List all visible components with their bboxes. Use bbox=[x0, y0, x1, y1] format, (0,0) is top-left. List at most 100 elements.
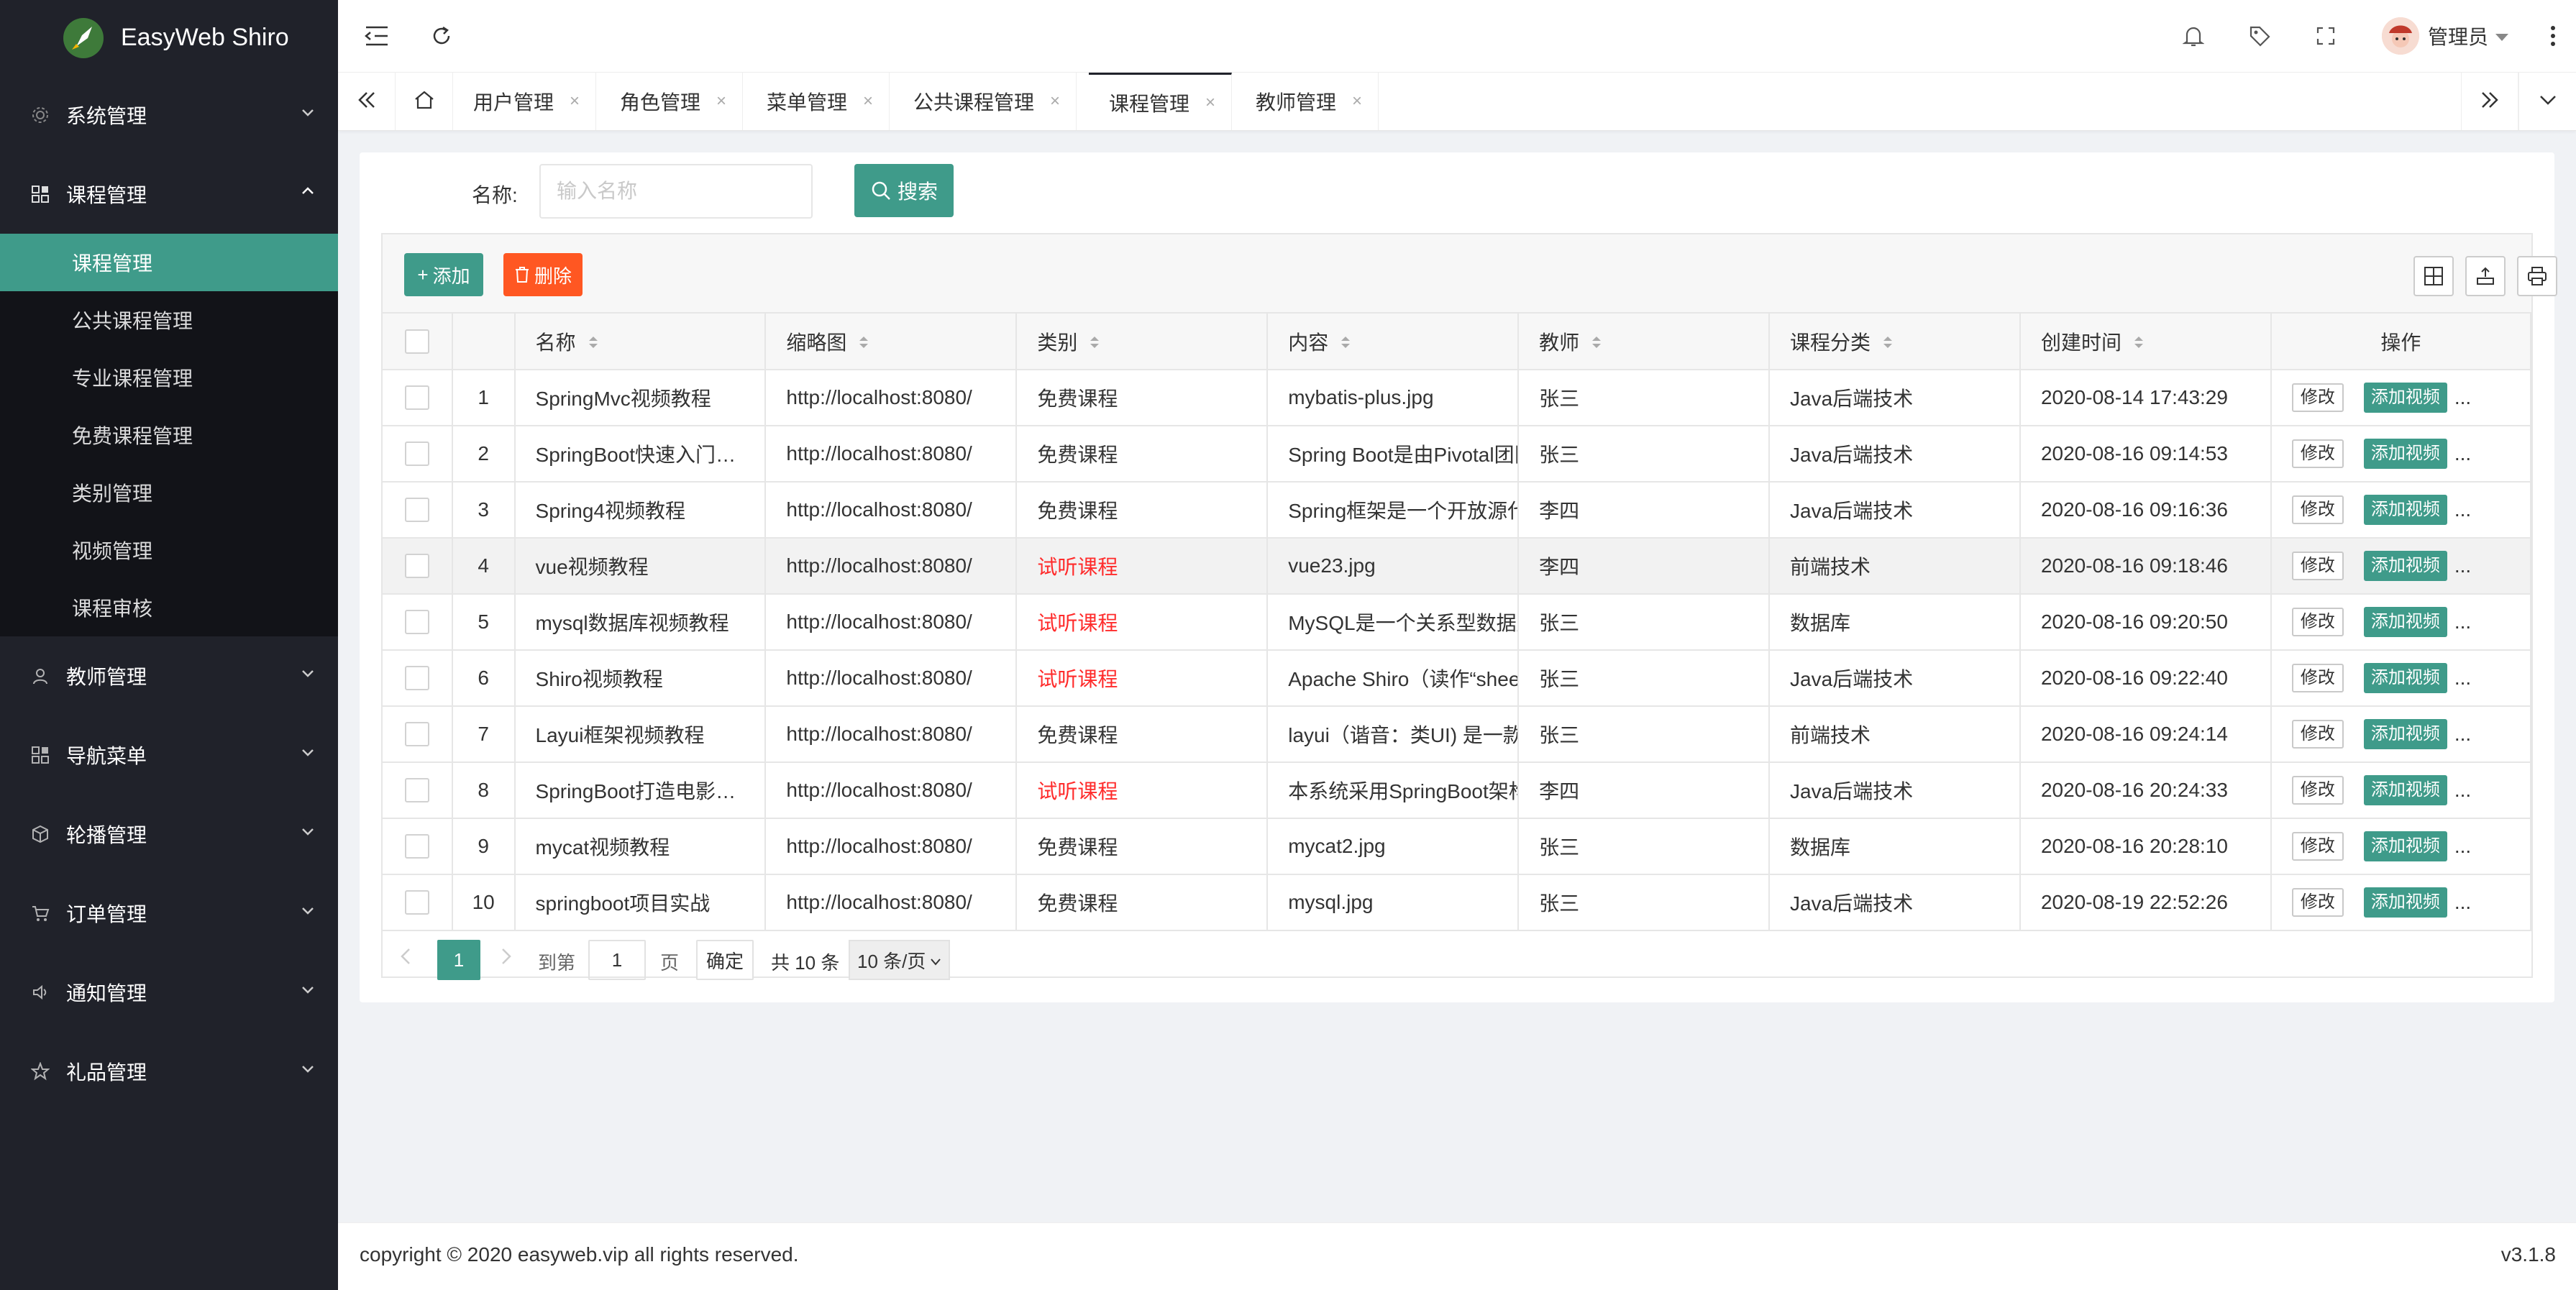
more-actions[interactable]: ... bbox=[2454, 723, 2471, 745]
close-icon[interactable]: × bbox=[1205, 93, 1215, 113]
add-video-button[interactable]: 添加视频 bbox=[2363, 439, 2447, 469]
edit-button[interactable]: 修改 bbox=[2291, 552, 2344, 580]
table-row[interactable]: 6 Shiro视频教程 http://localhost:8080/试听课程 Apac… bbox=[383, 650, 2532, 707]
nav-head-carousel[interactable]: 轮播管理 bbox=[0, 795, 338, 874]
add-video-button[interactable]: 添加视频 bbox=[2363, 887, 2447, 918]
nav-head-nav-menu[interactable]: 导航菜单 bbox=[0, 715, 338, 795]
edit-button[interactable]: 修改 bbox=[2291, 720, 2344, 749]
nav-head-course[interactable]: 课程管理 bbox=[0, 155, 338, 234]
tab-course-manage[interactable]: 课程管理 × bbox=[1089, 73, 1233, 130]
tab-role-manage[interactable]: 角色管理 × bbox=[600, 73, 744, 130]
user-menu[interactable]: 管理员 bbox=[2381, 17, 2510, 55]
more-vertical-icon[interactable] bbox=[2539, 22, 2567, 50]
tab-public-course[interactable]: 公共课程管理 × bbox=[893, 73, 1077, 130]
row-checkbox[interactable] bbox=[404, 722, 429, 747]
edit-button[interactable]: 修改 bbox=[2291, 776, 2344, 805]
sort-icon[interactable] bbox=[588, 332, 599, 355]
col-header-name[interactable]: 名称 bbox=[514, 314, 767, 370]
nav-head-teacher[interactable]: 教师管理 bbox=[0, 636, 338, 715]
app-logo[interactable]: EasyWeb Shiro bbox=[0, 0, 338, 76]
row-checkbox[interactable] bbox=[404, 385, 429, 411]
col-header-content[interactable]: 内容 bbox=[1267, 314, 1520, 370]
row-checkbox[interactable] bbox=[404, 442, 429, 467]
more-actions[interactable]: ... bbox=[2454, 891, 2471, 913]
tag-icon[interactable] bbox=[2245, 22, 2274, 50]
print-icon[interactable] bbox=[2517, 256, 2557, 296]
table-row[interactable]: 1 SpringMvc视频教程 http://localhost:8080/免费课程… bbox=[383, 370, 2532, 426]
sort-icon[interactable] bbox=[2133, 332, 2145, 355]
more-actions[interactable]: ... bbox=[2454, 498, 2471, 521]
add-video-button[interactable]: 添加视频 bbox=[2363, 775, 2447, 805]
more-actions[interactable]: ... bbox=[2454, 667, 2471, 689]
table-row[interactable]: 9 mycat视频教程 http://localhost:8080/免费课程 myca… bbox=[383, 818, 2532, 875]
sort-icon[interactable] bbox=[1882, 332, 1894, 355]
add-video-button[interactable]: 添加视频 bbox=[2363, 663, 2447, 693]
sidebar-item-major-course[interactable]: 专业课程管理 bbox=[0, 349, 338, 406]
row-checkbox[interactable] bbox=[404, 666, 429, 691]
edit-button[interactable]: 修改 bbox=[2291, 608, 2344, 636]
bell-icon[interactable] bbox=[2179, 22, 2208, 50]
table-row[interactable]: 2SpringBoot快速入门视频教程http://localhost:8080… bbox=[383, 426, 2532, 482]
more-actions[interactable]: ... bbox=[2454, 442, 2471, 465]
nav-head-notice[interactable]: 通知管理 bbox=[0, 953, 338, 1032]
sort-icon[interactable] bbox=[1089, 332, 1100, 355]
add-video-button[interactable]: 添加视频 bbox=[2363, 383, 2447, 413]
close-icon[interactable]: × bbox=[570, 91, 580, 111]
add-video-button[interactable]: 添加视频 bbox=[2363, 607, 2447, 637]
row-checkbox[interactable] bbox=[404, 778, 429, 803]
goto-confirm-button[interactable]: 确定 bbox=[696, 940, 754, 980]
table-row[interactable]: 4 vue视频教程 http://localhost:8080/试听课程 vue23.… bbox=[383, 538, 2532, 595]
tab-menu-manage[interactable]: 菜单管理 × bbox=[746, 73, 890, 130]
edit-button[interactable]: 修改 bbox=[2291, 383, 2344, 412]
select-all-checkbox[interactable] bbox=[404, 329, 429, 354]
sidebar-item-public-course[interactable]: 公共课程管理 bbox=[0, 291, 338, 349]
col-header-thumb[interactable]: 缩略图 bbox=[765, 314, 1018, 370]
edit-button[interactable]: 修改 bbox=[2291, 664, 2344, 692]
tab-menu-dropdown[interactable] bbox=[2518, 73, 2576, 130]
sort-icon[interactable] bbox=[1591, 332, 1602, 355]
sidebar-item-video[interactable]: 视频管理 bbox=[0, 521, 338, 579]
add-video-button[interactable]: 添加视频 bbox=[2363, 551, 2447, 581]
close-icon[interactable]: × bbox=[863, 91, 873, 111]
edit-button[interactable]: 修改 bbox=[2291, 832, 2344, 861]
export-icon[interactable] bbox=[2465, 256, 2506, 296]
row-checkbox[interactable] bbox=[404, 610, 429, 635]
more-actions[interactable]: ... bbox=[2454, 835, 2471, 857]
add-video-button[interactable]: 添加视频 bbox=[2363, 719, 2447, 749]
col-header-time[interactable]: 创建时间 bbox=[2019, 314, 2272, 370]
col-header-type[interactable]: 类别 bbox=[1016, 314, 1269, 370]
edit-button[interactable]: 修改 bbox=[2291, 888, 2344, 917]
more-actions[interactable]: ... bbox=[2454, 779, 2471, 801]
edit-button[interactable]: 修改 bbox=[2291, 495, 2344, 524]
fullscreen-icon[interactable] bbox=[2311, 22, 2340, 50]
close-icon[interactable]: × bbox=[1050, 91, 1060, 111]
menu-fold-icon[interactable] bbox=[362, 22, 391, 50]
col-header-category[interactable]: 课程分类 bbox=[1769, 314, 2021, 370]
goto-page-input[interactable]: 1 bbox=[588, 940, 646, 980]
table-row[interactable]: 7 Layui框架视频教程 http://localhost:8080/免费课程 la… bbox=[383, 706, 2532, 763]
delete-button[interactable]: 删除 bbox=[503, 253, 583, 296]
page-size-select[interactable]: 10 条/页 bbox=[849, 940, 951, 980]
edit-button[interactable]: 修改 bbox=[2291, 439, 2344, 468]
sidebar-item-category[interactable]: 类别管理 bbox=[0, 464, 338, 521]
nav-head-system[interactable]: 系统管理 bbox=[0, 76, 338, 155]
search-button[interactable]: 搜索 bbox=[854, 164, 954, 217]
row-checkbox[interactable] bbox=[404, 498, 429, 523]
add-video-button[interactable]: 添加视频 bbox=[2363, 495, 2447, 525]
refresh-icon[interactable] bbox=[427, 22, 456, 50]
more-actions[interactable]: ... bbox=[2454, 610, 2471, 633]
close-icon[interactable]: × bbox=[716, 91, 726, 111]
sort-icon[interactable] bbox=[858, 332, 869, 355]
table-row[interactable]: 8 SpringBoot打造电影网站 http://localhost:8080/试… bbox=[383, 762, 2532, 819]
more-actions[interactable]: ... bbox=[2454, 386, 2471, 408]
sort-icon[interactable] bbox=[1340, 332, 1351, 355]
row-checkbox[interactable] bbox=[404, 554, 429, 579]
nav-head-order[interactable]: 订单管理 bbox=[0, 874, 338, 953]
next-page-icon[interactable] bbox=[501, 947, 512, 971]
close-icon[interactable]: × bbox=[1352, 91, 1362, 111]
add-button[interactable]: + 添加 bbox=[404, 253, 483, 296]
nav-head-gift[interactable]: 礼品管理 bbox=[0, 1032, 338, 1111]
current-page[interactable]: 1 bbox=[437, 940, 480, 980]
more-actions[interactable]: ... bbox=[2454, 554, 2471, 577]
tab-home[interactable] bbox=[396, 73, 453, 130]
